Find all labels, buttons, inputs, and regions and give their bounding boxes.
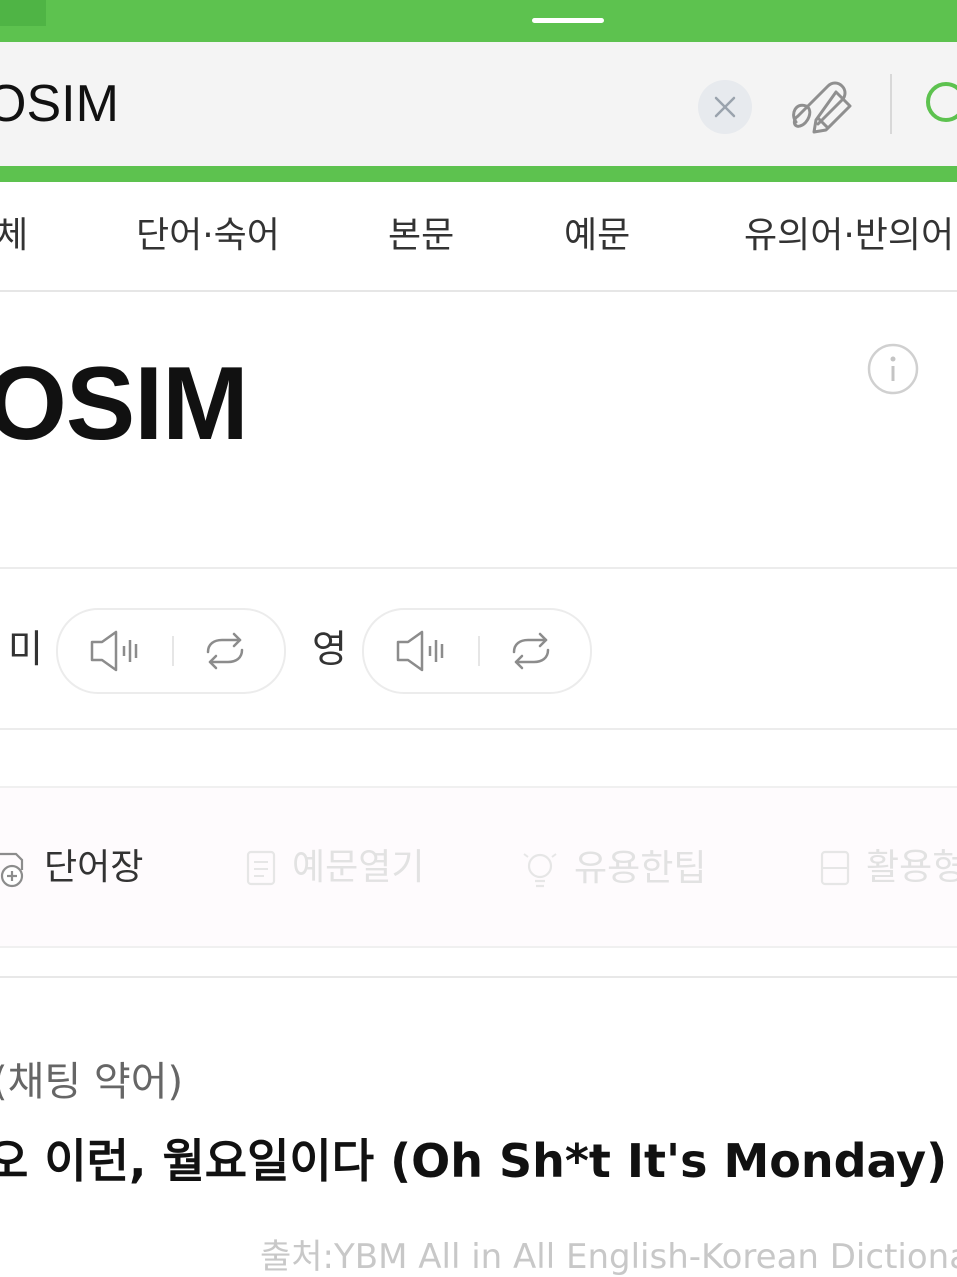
search-input[interactable] [0, 64, 646, 144]
search-divider [890, 74, 892, 134]
uk-pronunciation-label: 영 [312, 627, 347, 671]
divider [0, 567, 957, 569]
tab-body[interactable]: 본문 [388, 218, 454, 254]
repeat-icon [206, 632, 244, 670]
uk-pronunciation-controls [362, 608, 592, 694]
add-wordbook-icon [0, 852, 24, 888]
result-tabs: 전체 단어·숙어 본문 예문 유의어·반의어 [0, 182, 957, 292]
divider [0, 728, 957, 730]
useful-tips-button[interactable]: 유용한팁 [520, 848, 706, 890]
search-button[interactable] [920, 78, 957, 138]
headword: OSIM [0, 346, 249, 462]
tab-examples[interactable]: 예문 [564, 218, 630, 254]
top-bar [0, 0, 957, 42]
pen-icon [792, 81, 852, 134]
definition-text: 오 이런, 월요일이다 (Oh Sh*t It's Monday) [0, 1134, 948, 1188]
uk-repeat-button[interactable] [506, 630, 556, 672]
lightbulb-icon [523, 853, 557, 888]
divider [0, 976, 957, 978]
tab-all[interactable]: 전체 [0, 218, 28, 254]
list-icon [820, 850, 850, 886]
speaker-icon [396, 630, 444, 672]
entry-tools: 단어장 예문열기 유용한팁 활용형 [0, 786, 957, 948]
tab-words-idioms[interactable]: 단어·숙어 [136, 218, 280, 254]
control-separator [478, 636, 480, 666]
conjugation-label: 활용형 [866, 847, 957, 888]
info-button[interactable] [866, 342, 920, 396]
dictionary-page: 전체 단어·숙어 본문 예문 유의어·반의어 OSIM 미 [0, 0, 957, 1277]
drag-handle[interactable] [532, 18, 604, 23]
tab-synonyms-antonyms[interactable]: 유의어·반의어 [744, 218, 954, 254]
control-separator [172, 636, 174, 666]
wordbook-label: 단어장 [44, 847, 144, 888]
open-examples-label: 예문열기 [292, 847, 425, 888]
wordbook-button[interactable]: 단어장 [0, 848, 143, 888]
clear-search-button[interactable] [698, 80, 752, 134]
document-icon [246, 850, 276, 886]
us-repeat-button[interactable] [200, 630, 250, 672]
source-credit: 출처:YBM All in All English-Korean Diction… [260, 1237, 957, 1277]
top-bar-corner [0, 0, 46, 26]
part-of-speech: (채팅 약어) [0, 1059, 184, 1105]
us-play-button[interactable] [88, 628, 148, 674]
us-pronunciation-label: 미 [8, 627, 43, 671]
us-pronunciation-controls [56, 608, 286, 694]
repeat-icon [512, 632, 550, 670]
search-icon [926, 82, 957, 122]
conjugation-button[interactable]: 활용형 [818, 848, 957, 888]
close-icon [714, 96, 736, 118]
uk-play-button[interactable] [394, 628, 454, 674]
info-icon [867, 343, 919, 395]
handwriting-button[interactable] [788, 70, 860, 140]
speaker-icon [90, 630, 138, 672]
open-examples-button[interactable]: 예문열기 [244, 848, 424, 888]
useful-tips-label: 유용한팁 [574, 848, 707, 889]
